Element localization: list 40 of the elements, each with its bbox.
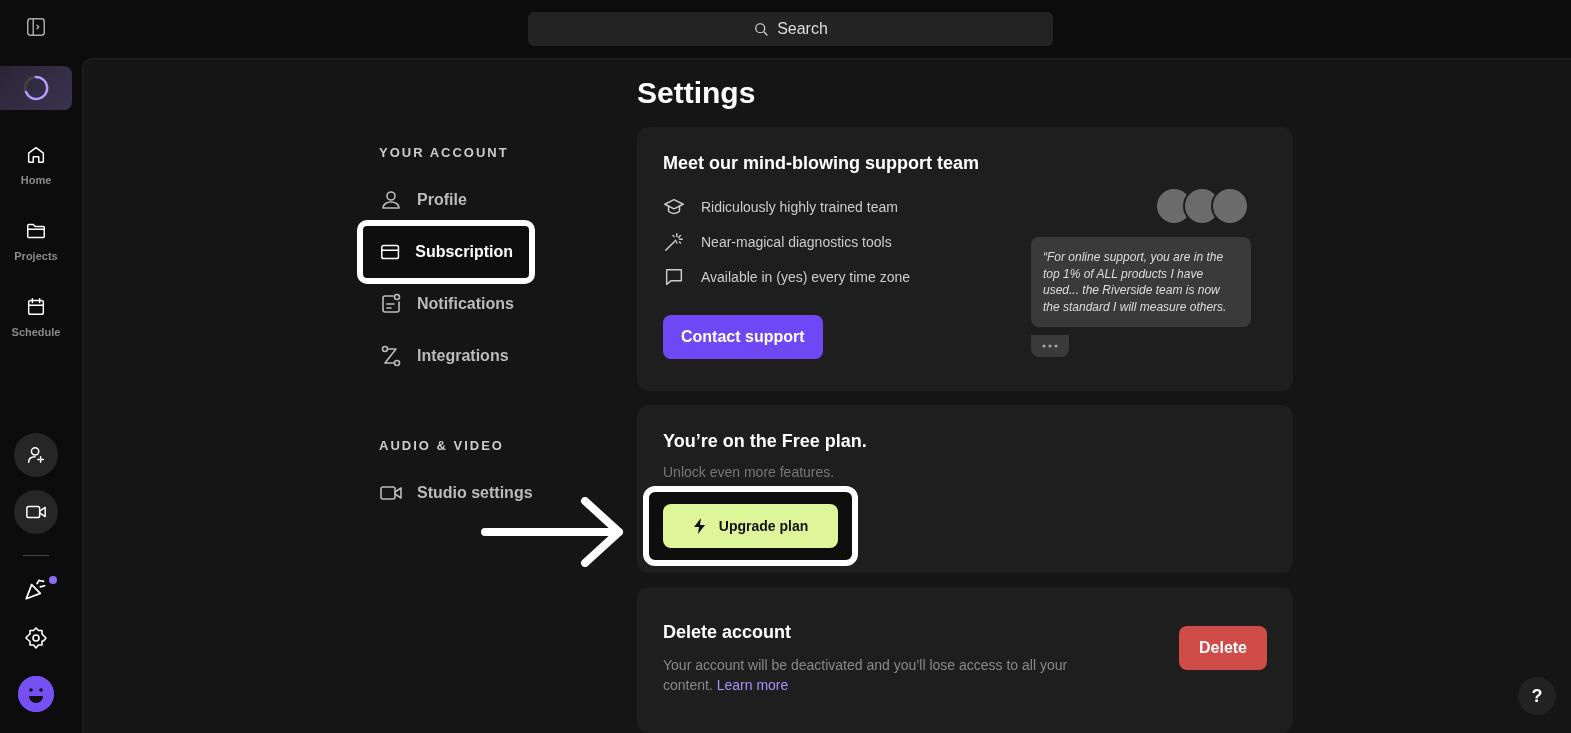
notification-icon bbox=[379, 292, 403, 316]
search-field[interactable]: Search bbox=[528, 12, 1053, 46]
magic-wand-icon bbox=[663, 230, 685, 253]
logo[interactable] bbox=[0, 66, 72, 110]
card-title: You’re on the Free plan. bbox=[663, 431, 868, 452]
section-heading: YOUR ACCOUNT bbox=[379, 145, 510, 160]
card-subtitle: Unlock even more features. bbox=[663, 464, 836, 480]
settings-icon bbox=[24, 626, 48, 650]
calendar-icon bbox=[25, 296, 47, 318]
testimonial-quote: “For online support, you are in the top 1% of ALL products I have used... the Riverside team is now the standard I will measure others. bbox=[1031, 237, 1251, 327]
lightning-icon bbox=[692, 518, 707, 534]
help-button[interactable]: ? bbox=[1518, 677, 1556, 715]
card-title: Meet our mind-blowing support team bbox=[663, 153, 979, 174]
feature-text: Available in (yes) every time zone bbox=[701, 268, 911, 285]
avatar-icon[interactable] bbox=[18, 676, 54, 712]
invite-button[interactable] bbox=[14, 433, 58, 477]
nav-item[interactable]: Studio settings bbox=[357, 467, 557, 519]
page-title: Settings bbox=[637, 75, 757, 111]
add-person-icon bbox=[25, 444, 47, 466]
spinner-icon bbox=[22, 74, 50, 102]
learn-more-link[interactable]: Learn more bbox=[716, 676, 789, 693]
rail-item[interactable]: Projects bbox=[14, 250, 58, 262]
rail-item[interactable]: Schedule bbox=[11, 326, 61, 338]
sidebar-toggle-icon bbox=[25, 16, 47, 38]
nav-item[interactable]: Subscription bbox=[357, 220, 535, 284]
person-icon bbox=[379, 188, 403, 212]
delete-button[interactable]: Delete bbox=[1179, 626, 1267, 670]
section-heading: AUDIO & VIDEO bbox=[379, 438, 505, 453]
card-description: Your account will be deactivated and you’ll lose access to all your content. Learn more bbox=[663, 655, 1069, 695]
feature-text: Ridiculously highly trained team bbox=[701, 198, 898, 215]
feature-text: Near-magical diagnostics tools bbox=[701, 233, 892, 250]
record-button[interactable] bbox=[14, 490, 58, 534]
contact-support-button[interactable]: Contact support bbox=[663, 315, 823, 359]
nav-item[interactable]: Integrations bbox=[357, 330, 557, 382]
route-icon bbox=[379, 344, 403, 368]
home-icon bbox=[25, 144, 47, 166]
ellipsis-icon bbox=[1042, 344, 1058, 348]
upgrade-plan-button[interactable]: Upgrade plan bbox=[663, 504, 838, 548]
rail-item[interactable]: Home bbox=[20, 174, 52, 186]
card-title: Delete account bbox=[663, 621, 793, 643]
